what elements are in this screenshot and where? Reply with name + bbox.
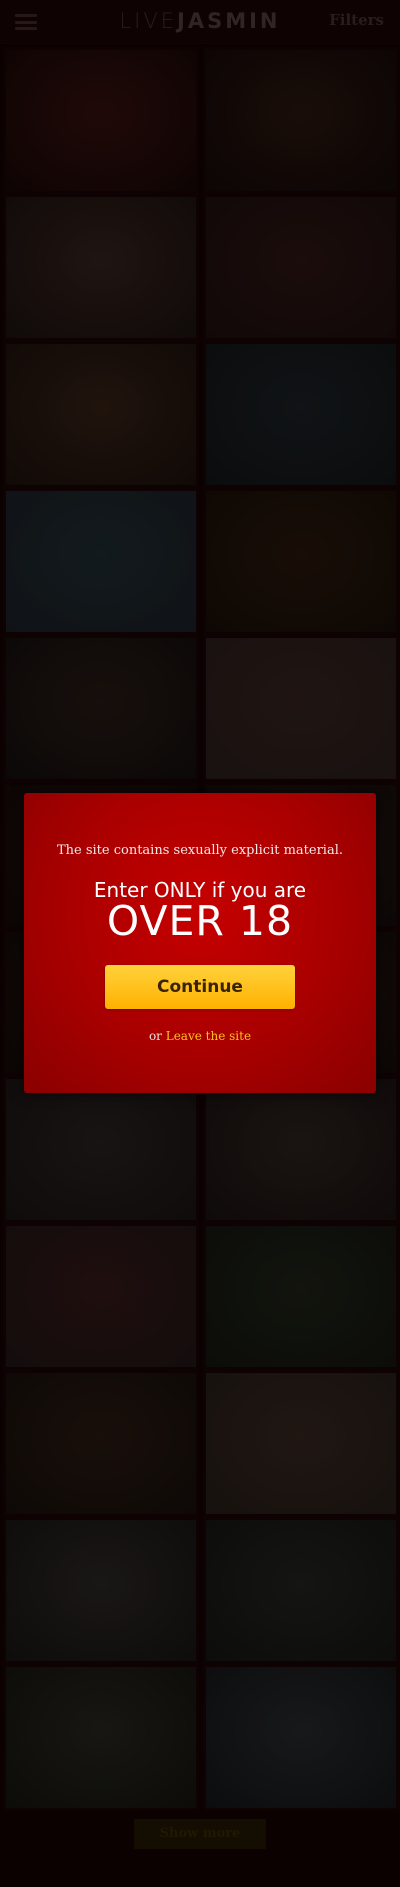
explicit-warning-text: The site contains sexually explicit mate… (56, 843, 343, 858)
or-text: or (148, 1029, 162, 1043)
continue-button[interactable]: Continue (105, 965, 295, 1009)
leave-site-link[interactable]: Leave the site (166, 1029, 251, 1043)
over-18-text: OVER 18 (106, 897, 294, 945)
leave-row: or Leave the site (24, 1029, 376, 1043)
age-verification-modal: The site contains sexually explicit mate… (24, 793, 376, 1093)
